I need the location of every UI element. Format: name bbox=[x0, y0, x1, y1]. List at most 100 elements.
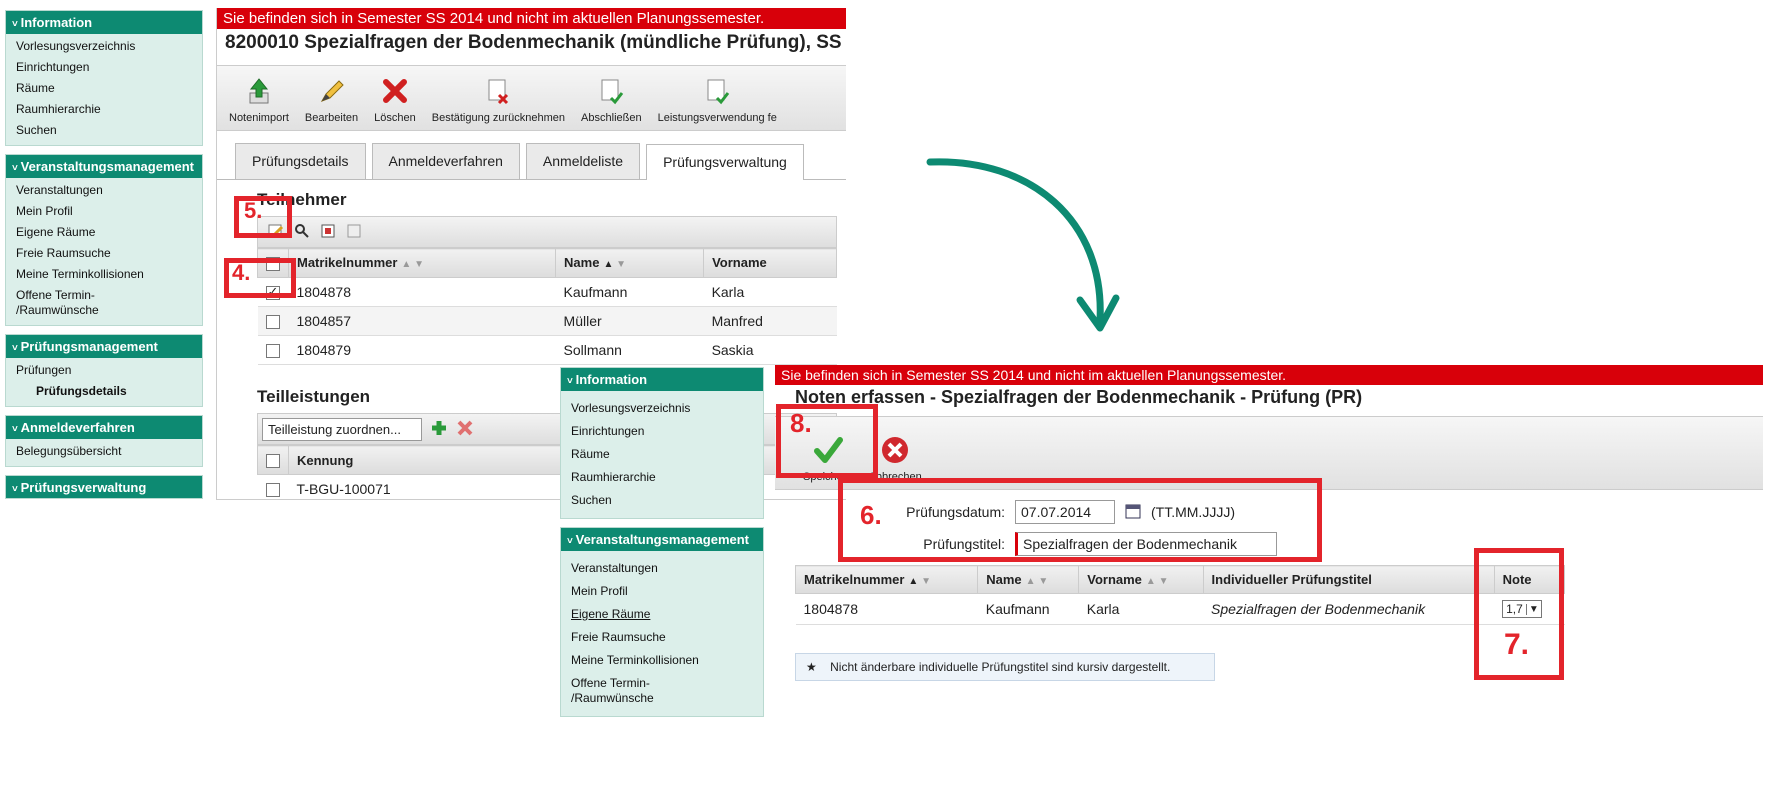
sidebar-item-pruefungen[interactable]: Prüfungen bbox=[6, 360, 202, 381]
annotation-label-5: 5. bbox=[244, 198, 263, 223]
magnifier-icon[interactable] bbox=[294, 223, 310, 242]
semester-warning-banner: Sie befinden sich in Semester SS 2014 un… bbox=[775, 365, 1763, 385]
sidebar-section-title[interactable]: Information bbox=[561, 368, 763, 391]
sidebar-item-mein-profil[interactable]: Mein Profil bbox=[6, 201, 202, 222]
tab-pruefungsverwaltung[interactable]: Prüfungsverwaltung bbox=[646, 144, 804, 180]
cell-name: Müller bbox=[555, 306, 704, 337]
tab-anmeldeverfahren[interactable]: Anmeldeverfahren bbox=[371, 143, 520, 179]
sort-icon[interactable]: ▲ ▼ bbox=[1146, 576, 1169, 587]
sidebar-item-raeume[interactable]: Räume bbox=[6, 78, 202, 99]
sidebar-section-information: Information Vorlesungsverzeichnis Einric… bbox=[5, 10, 203, 146]
sidebar-item-raumhierarchie[interactable]: Raumhierarchie bbox=[561, 466, 763, 489]
table-row[interactable]: 1804857 Müller Manfred bbox=[257, 306, 837, 337]
sidebar-item-veranstaltungen[interactable]: Veranstaltungen bbox=[561, 557, 763, 580]
sort-icon[interactable]: ▲ ▼ bbox=[1026, 576, 1049, 587]
cell-name: Kaufmann bbox=[977, 593, 1079, 625]
sidebar-item-vorlesungsverzeichnis[interactable]: Vorlesungsverzeichnis bbox=[6, 36, 202, 57]
sidebar-item-einrichtungen[interactable]: Einrichtungen bbox=[561, 420, 763, 443]
annotation-box-6 bbox=[838, 478, 1322, 562]
star-icon: ★ bbox=[806, 660, 817, 674]
sidebar-section-veranstaltungsmanagement: Veranstaltungsmanagement Veranstaltungen… bbox=[5, 154, 203, 326]
column-header-vorname[interactable]: Vorname bbox=[703, 248, 837, 278]
column-header-matrikel[interactable]: Matrikelnummer ▲ ▼ bbox=[287, 248, 557, 278]
notenimport-button[interactable]: Notenimport bbox=[221, 76, 297, 124]
leistungsverwendung-button[interactable]: Leistungsverwendung fe bbox=[650, 76, 785, 124]
column-header-matrikel[interactable]: Matrikelnummer ▲ ▼ bbox=[794, 565, 979, 594]
cell-titel: Spezialfragen der Bodenmechanik bbox=[1203, 593, 1495, 625]
abschliessen-button[interactable]: Abschließen bbox=[573, 76, 650, 124]
participants-toolbar bbox=[257, 216, 837, 248]
sidebar-section-title[interactable]: Veranstaltungsmanagement bbox=[561, 528, 763, 551]
sidebar-item-einrichtungen[interactable]: Einrichtungen bbox=[6, 57, 202, 78]
bestaetigung-zuruecknehmen-button[interactable]: Bestätigung zurücknehmen bbox=[424, 76, 573, 124]
bearbeiten-button[interactable]: Bearbeiten bbox=[297, 76, 366, 124]
sidebar-item-belegungsuebersicht[interactable]: Belegungsübersicht bbox=[6, 441, 202, 462]
row-checkbox[interactable] bbox=[265, 315, 280, 330]
sidebar-item-eigene-raeume[interactable]: Eigene Räume bbox=[561, 603, 763, 626]
semester-warning-banner: Sie befinden sich in Semester SS 2014 un… bbox=[217, 8, 846, 29]
sidebar-2: Information Vorlesungsverzeichnis Einric… bbox=[560, 367, 764, 725]
sidebar-item-vorlesungsverzeichnis[interactable]: Vorlesungsverzeichnis bbox=[561, 397, 763, 420]
sidebar-item-freie-raumsuche[interactable]: Freie Raumsuche bbox=[6, 243, 202, 264]
action-toolbar: Notenimport Bearbeiten Löschen Bestätigu… bbox=[217, 65, 846, 131]
sidebar-item-raeume[interactable]: Räume bbox=[561, 443, 763, 466]
sidebar-item-offene-terminwuensche[interactable]: Offene Termin- /Raumwünsche bbox=[561, 672, 763, 710]
sidebar-item-veranstaltungen[interactable]: Veranstaltungen bbox=[6, 180, 202, 201]
sidebar-item-pruefungsdetails[interactable]: Prüfungsdetails bbox=[6, 381, 202, 402]
sidebar-section-title[interactable]: Prüfungsmanagement bbox=[6, 335, 202, 358]
sort-icon[interactable]: ▲ ▼ bbox=[603, 259, 626, 270]
sidebar-section-information: Information Vorlesungsverzeichnis Einric… bbox=[560, 367, 764, 519]
tab-anmeldeliste[interactable]: Anmeldeliste bbox=[525, 143, 641, 179]
sidebar-section-veranstaltungsmanagement: Veranstaltungsmanagement Veranstaltungen… bbox=[560, 527, 764, 717]
row-checkbox[interactable] bbox=[265, 483, 280, 498]
annotation-label-8: 8. bbox=[790, 408, 812, 438]
row-checkbox[interactable] bbox=[265, 344, 280, 359]
cell-vorname: Karla bbox=[703, 277, 837, 307]
annotation-box-5 bbox=[234, 196, 292, 238]
column-header-name[interactable]: Name ▲ ▼ bbox=[977, 565, 1080, 594]
table-row[interactable]: 1804878 Kaufmann Karla Spezialfragen der… bbox=[795, 593, 1565, 625]
cell-matrikel: 1804878 bbox=[288, 277, 556, 307]
annotation-label-7: 7. bbox=[1504, 628, 1530, 661]
participants-table: Matrikelnummer▲ ▼ Name▲ ▼ Vorname 180487… bbox=[257, 248, 837, 366]
sidebar-item-freie-raumsuche[interactable]: Freie Raumsuche bbox=[561, 626, 763, 649]
sidebar-item-suchen[interactable]: Suchen bbox=[6, 120, 202, 141]
document-check-icon bbox=[700, 76, 734, 106]
column-header-name[interactable]: Name ▲ ▼ bbox=[555, 248, 705, 278]
select-all-checkbox[interactable] bbox=[266, 454, 280, 469]
sidebar-section-title[interactable]: Veranstaltungsmanagement bbox=[6, 155, 202, 178]
sort-icon[interactable]: ▲ ▼ bbox=[401, 259, 424, 270]
sidebar-item-terminkollisionen[interactable]: Meine Terminkollisionen bbox=[6, 264, 202, 285]
remove-icon[interactable] bbox=[456, 419, 474, 440]
table-row[interactable]: 1804878 Kaufmann Karla bbox=[257, 277, 837, 307]
print-icon[interactable] bbox=[346, 223, 362, 242]
sidebar-section-title[interactable]: Anmeldeverfahren bbox=[6, 416, 202, 439]
sort-icon[interactable]: ▲ ▼ bbox=[908, 576, 931, 587]
sidebar-item-mein-profil[interactable]: Mein Profil bbox=[561, 580, 763, 603]
annotation-label-4: 4. bbox=[232, 260, 251, 285]
sidebar-item-suchen[interactable]: Suchen bbox=[561, 489, 763, 512]
sidebar-section-title[interactable]: Information bbox=[6, 11, 202, 34]
column-header-vorname[interactable]: Vorname ▲ ▼ bbox=[1078, 565, 1204, 594]
delete-x-icon bbox=[378, 76, 412, 106]
add-icon[interactable] bbox=[430, 419, 448, 440]
sidebar-section-title[interactable]: Prüfungsverwaltung bbox=[6, 476, 202, 498]
sidebar-item-offene-terminwuensche[interactable]: Offene Termin- /Raumwünsche bbox=[6, 285, 202, 321]
cell-name: Kaufmann bbox=[555, 277, 704, 307]
page-title: 8200010 Spezialfragen der Bodenmechanik … bbox=[225, 32, 846, 53]
column-header-titel[interactable]: Individueller Prüfungstitel bbox=[1202, 565, 1495, 594]
sidebar-item-eigene-raeume[interactable]: Eigene Räume bbox=[6, 222, 202, 243]
table-row[interactable]: 1804879 Sollmann Saskia bbox=[257, 335, 837, 366]
loeschen-button[interactable]: Löschen bbox=[366, 76, 424, 124]
export-icon[interactable] bbox=[320, 223, 336, 242]
cancel-circle-icon bbox=[878, 435, 912, 465]
annotation-label-6: 6. bbox=[860, 500, 882, 530]
sidebar-item-terminkollisionen[interactable]: Meine Terminkollisionen bbox=[561, 649, 763, 672]
cell-name: Sollmann bbox=[555, 335, 704, 366]
assign-partial-input[interactable]: Teilleistung zuordnen... bbox=[262, 417, 422, 441]
tab-pruefungsdetails[interactable]: Prüfungsdetails bbox=[235, 143, 366, 179]
participants-title: Teilnehmer bbox=[257, 190, 347, 209]
flow-arrow-icon bbox=[926, 158, 1120, 332]
cell-vorname: Saskia bbox=[703, 335, 837, 366]
sidebar-item-raumhierarchie[interactable]: Raumhierarchie bbox=[6, 99, 202, 120]
